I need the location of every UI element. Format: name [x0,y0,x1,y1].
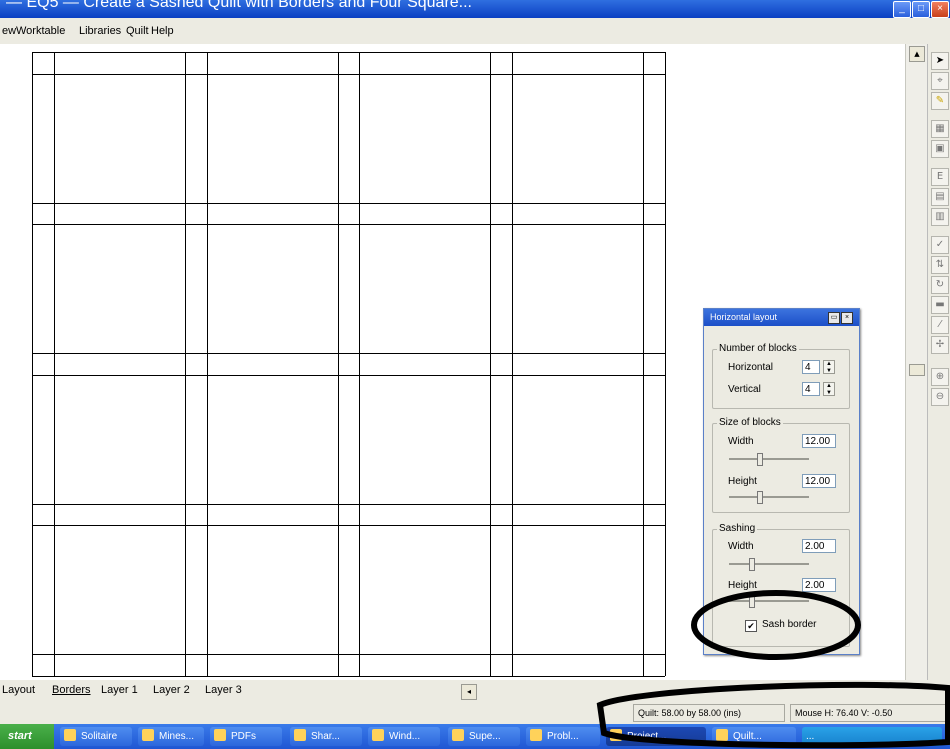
layer-tab-bar: Layout Borders Layer 1 Layer 2 Layer 3 ◂ [0,680,950,702]
block-width-slider-thumb[interactable] [757,453,763,466]
brush-icon[interactable]: ⁄ [931,316,949,334]
panel-title: Horizontal layout [710,312,778,322]
block-height-label: Height [728,476,757,487]
menu-item-view[interactable]: ew [2,25,16,37]
pencil-icon[interactable]: ✎ [931,92,949,110]
system-tray[interactable]: ... [802,727,942,746]
taskbar-item-mines[interactable]: Mines... [138,727,204,746]
size-of-blocks-label: Size of blocks [717,417,783,428]
taskbar-item-pdfs[interactable]: PDFs [210,727,282,746]
tab-borders[interactable]: Borders [52,684,91,696]
fill-icon[interactable]: ▬ [931,296,949,314]
edit-icon[interactable]: ▥ [931,208,949,226]
sashing-width-slider[interactable] [729,558,809,571]
panel-restore-icon[interactable]: ▭ [828,312,840,324]
close-icon[interactable]: × [931,1,949,18]
menu-item-quilt[interactable]: Quilt [126,25,149,37]
vertical-scrollbar[interactable]: ▲ [905,44,928,680]
menu-item-help[interactable]: Help [151,25,174,37]
windows-taskbar: start Solitaire Mines... PDFs Shar... Wi… [0,724,950,749]
taskbar-item-wind[interactable]: Wind... [368,727,440,746]
panel-title-bar[interactable]: Horizontal layout ▭ × [704,309,859,326]
zoom-in-icon[interactable]: ⊕ [931,368,949,386]
sashing-height-slider[interactable] [729,595,809,608]
tab-layout[interactable]: Layout [2,684,35,696]
ep-icon[interactable]: E [931,168,949,186]
eyedropper-icon[interactable]: ✢ [931,336,949,354]
horizontal-layout-panel: Horizontal layout ▭ × Number of blocks H… [703,308,860,655]
number-of-blocks-label: Number of blocks [717,343,799,354]
block-height-input[interactable]: 12.00 [802,474,836,488]
scroll-thumb[interactable] [909,364,925,376]
quilt-icon [716,729,728,741]
size-of-blocks-group: Size of blocks Width 12.00 Height 12.00 [712,417,850,513]
sash-border-label: Sash border [762,619,817,630]
eq-icon[interactable]: ▤ [931,188,949,206]
zoom-out-icon[interactable]: ⊖ [931,388,949,406]
taskbar-item-solitaire[interactable]: Solitaire [60,727,132,746]
block-icon[interactable]: ▣ [931,140,949,158]
sashing-group: Sashing Width 2.00 Height 2.00 ✔ Sash bo… [712,523,850,647]
sashing-height-slider-thumb[interactable] [749,595,755,608]
sashing-width-input[interactable]: 2.00 [802,539,836,553]
horizontal-spinner[interactable]: ▲ ▼ [823,360,835,374]
taskbar-item-project[interactable]: Project... [606,727,706,746]
block-library-icon[interactable]: ▦ [931,120,949,138]
rotate-icon[interactable]: ↻ [931,276,949,294]
taskbar-item-quilt[interactable]: Quilt... [712,727,796,746]
panel-close-icon[interactable]: × [841,312,853,324]
horizontal-label: Horizontal [728,362,774,373]
number-of-blocks-group: Number of blocks Horizontal 4 ▲ ▼ Vertica… [712,343,850,409]
tab-layer-1[interactable]: Layer 1 [101,684,138,696]
status-bar: Quilt: 58.00 by 58.00 (ins) Mouse H: 76.… [0,702,950,724]
drawing-toolbar: ➤ ⌖ ✎ ▦ ▣ E ▤ ▥ ✓ ⇅ ↻ ▬ ⁄ ✢ ⊕ ⊖ [927,44,950,680]
sashing-width-label: Width [728,541,754,552]
block-width-label: Width [728,436,754,447]
pointer-icon[interactable]: ➤ [931,52,949,70]
menu-item-worktable[interactable]: Worktable [16,25,65,37]
sashing-height-input[interactable]: 2.00 [802,578,836,592]
browser-icon [452,729,464,741]
menu-bar: ew Worktable Libraries Quilt Help [0,18,950,44]
sashing-label: Sashing [717,523,758,534]
share-icon [294,729,306,741]
vertical-spinner[interactable]: ▲ ▼ [823,382,835,396]
minesweeper-icon [142,729,154,741]
scroll-left-icon[interactable]: ◂ [461,684,477,700]
scroll-up-icon[interactable]: ▲ [909,46,925,62]
swap-icon[interactable]: ⇅ [931,256,949,274]
block-width-slider[interactable] [729,453,809,466]
sashing-width-slider-thumb[interactable] [749,558,755,571]
start-label: start [8,730,32,742]
spray-icon[interactable]: ✓ [931,236,949,254]
vertical-blocks-input[interactable]: 4 [802,382,820,396]
eq5-icon [610,729,622,741]
block-height-slider-thumb[interactable] [757,491,763,504]
taskbar-item-shar[interactable]: Shar... [290,727,362,746]
solitaire-icon [64,729,76,741]
taskbar-item-supe[interactable]: Supe... [448,727,520,746]
tab-layer-2[interactable]: Layer 2 [153,684,190,696]
block-width-input[interactable]: 12.00 [802,434,836,448]
menu-item-libraries[interactable]: Libraries [79,25,121,37]
horizontal-blocks-input[interactable]: 4 [802,360,820,374]
block-height-slider[interactable] [729,491,809,504]
window-title: — EQ5 — Create a Sashed Quilt with Borde… [6,0,472,11]
minimize-icon[interactable]: _ [893,1,911,18]
taskbar-item-probl[interactable]: Probl... [526,727,600,746]
sashing-height-label: Height [728,580,757,591]
window-title-bar: — EQ5 — Create a Sashed Quilt with Borde… [0,0,950,18]
firefox-icon [530,729,542,741]
sash-border-checkbox[interactable]: ✔ [745,620,757,632]
folder-icon [214,729,226,741]
quilt-size-status: Quilt: 58.00 by 58.00 (ins) [633,704,785,722]
maximize-icon[interactable]: □ [912,1,930,18]
vertical-label: Vertical [728,384,761,395]
pick-icon[interactable]: ⌖ [931,72,949,90]
tab-layer-3[interactable]: Layer 3 [205,684,242,696]
mouse-position-status: Mouse H: 76.40 V: -0.50 [790,704,946,722]
window-icon [372,729,384,741]
start-button[interactable]: start [0,724,54,749]
